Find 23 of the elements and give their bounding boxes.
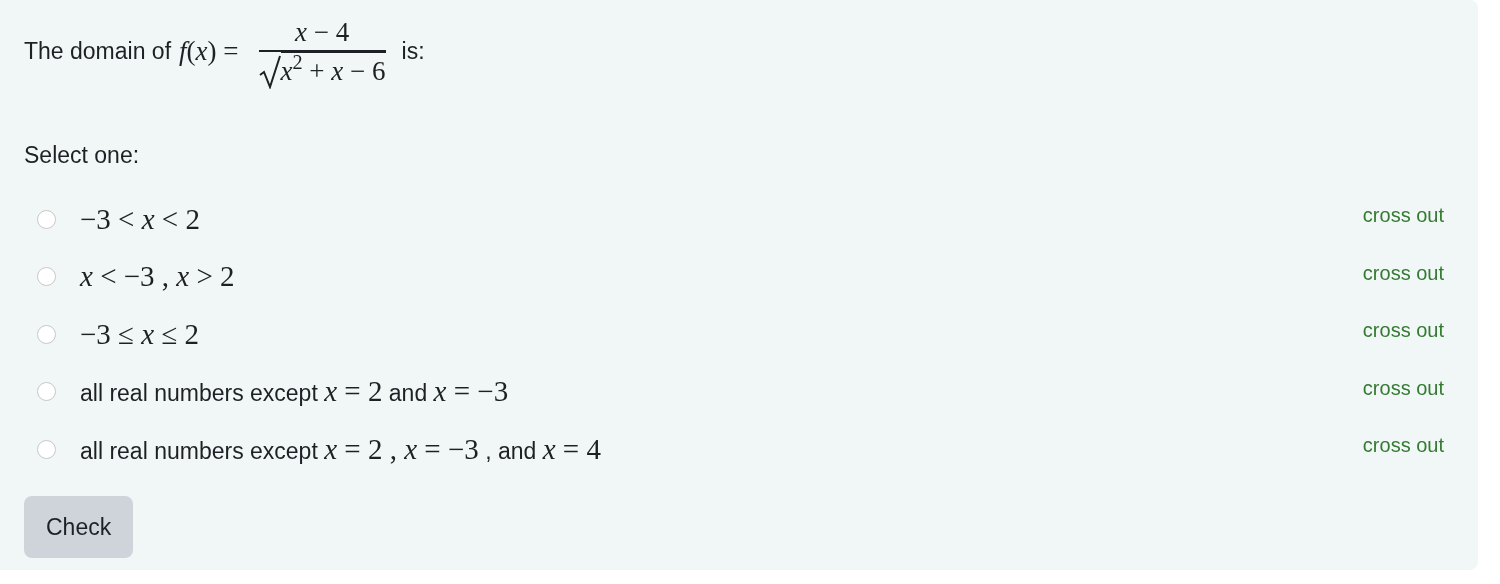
option-label: −3 ≤ x ≤ 2	[80, 316, 200, 352]
cross-out-link[interactable]: cross out	[1362, 200, 1444, 231]
option-label: all real numbers except x = 2 and x = −3	[80, 374, 509, 409]
prompt-text: Select one:	[24, 141, 141, 170]
cross-out-link[interactable]: cross out	[1362, 315, 1444, 346]
cross-out-link[interactable]: cross out	[1362, 372, 1444, 403]
fraction-denominator: x$^{2}$ + x − 6	[280, 51, 386, 89]
fraction-numerator: x − 4	[294, 15, 350, 49]
radio-button[interactable]	[37, 439, 56, 459]
radio-button[interactable]	[37, 267, 56, 287]
question-text: is:	[401, 36, 425, 66]
function-expression: f(x) =	[179, 34, 239, 68]
cross-out-link[interactable]: cross out	[1362, 257, 1444, 288]
question-text: The domain of	[24, 36, 172, 66]
radio-button[interactable]	[37, 209, 56, 229]
option-label: x < −3 , x > 2	[80, 259, 235, 294]
option-label: −3 < x < 2	[80, 201, 200, 237]
option-label: all real numbers except x = 2 , x = −3 , and x = 4	[80, 431, 601, 467]
radio-button[interactable]	[37, 382, 56, 402]
radical-sign-icon	[258, 54, 281, 89]
radio-button[interactable]	[37, 324, 56, 344]
check-button[interactable]: Check	[24, 496, 134, 558]
cross-out-link[interactable]: cross out	[1362, 430, 1444, 461]
